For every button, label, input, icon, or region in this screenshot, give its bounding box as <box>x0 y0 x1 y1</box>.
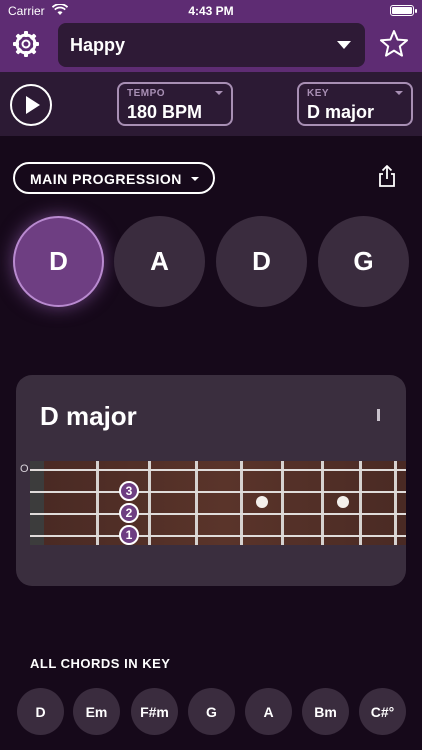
chevron-down-icon <box>395 91 403 95</box>
tempo-selector[interactable]: TEMPO 180 BPM <box>117 82 233 126</box>
key-chord-3[interactable]: F#m <box>131 688 178 735</box>
string <box>30 535 406 537</box>
song-name: Happy <box>70 35 126 55</box>
key-chords-title: ALL CHORDS IN KEY <box>30 656 171 671</box>
progression-chord-3[interactable]: D <box>216 216 307 307</box>
fret-inlay <box>337 496 349 508</box>
play-button[interactable] <box>10 84 52 126</box>
fret <box>321 461 324 545</box>
share-icon[interactable] <box>376 164 398 188</box>
fretboard-nut <box>30 461 44 545</box>
tempo-value: 180 BPM <box>127 102 203 122</box>
roman-numeral <box>377 409 380 421</box>
open-string-marker: O <box>20 463 29 475</box>
fret <box>281 461 284 545</box>
string <box>30 513 406 515</box>
fret <box>195 461 198 545</box>
star-icon[interactable] <box>378 28 410 60</box>
string <box>30 469 406 471</box>
tempo-label: TEMPO <box>127 88 166 99</box>
progression-dropdown[interactable]: MAIN PROGRESSION <box>13 162 215 194</box>
key-chord-4[interactable]: G <box>188 688 235 735</box>
key-selector[interactable]: KEY D major <box>297 82 413 126</box>
key-chord-1[interactable]: D <box>17 688 64 735</box>
progression-chord-1[interactable]: D <box>13 216 104 307</box>
progression-label: MAIN PROGRESSION <box>30 171 182 187</box>
gear-icon[interactable] <box>10 28 42 60</box>
key-chord-2[interactable]: Em <box>73 688 120 735</box>
progression-chord-4[interactable]: G <box>318 216 409 307</box>
key-label: KEY <box>307 88 330 99</box>
finger-marker: 3 <box>119 481 139 501</box>
status-bar: Carrier 4:43 PM <box>0 0 422 22</box>
finger-marker: 1 <box>119 525 139 545</box>
fret <box>148 461 151 545</box>
fret <box>359 461 362 545</box>
key-chord-5[interactable]: A <box>245 688 292 735</box>
chevron-down-icon <box>337 41 351 49</box>
finger-marker: 2 <box>119 503 139 523</box>
top-header: Carrier 4:43 PM Happy <box>0 0 422 72</box>
chord-diagram-card: D major O 3 2 1 <box>16 375 406 586</box>
string <box>30 491 406 493</box>
chord-name: D major <box>40 401 137 431</box>
fret <box>240 461 243 545</box>
key-value: D major <box>307 102 375 122</box>
playback-controls: TEMPO 180 BPM KEY D major <box>0 72 422 136</box>
key-chord-6[interactable]: Bm <box>302 688 349 735</box>
key-chord-7[interactable]: C#° <box>359 688 406 735</box>
chevron-down-icon <box>215 91 223 95</box>
status-time: 4:43 PM <box>188 4 234 18</box>
progression-chord-2[interactable]: A <box>114 216 205 307</box>
fret <box>96 461 99 545</box>
fret <box>394 461 397 545</box>
fret-inlay <box>256 496 268 508</box>
song-dropdown[interactable]: Happy <box>58 23 365 67</box>
chevron-down-icon <box>191 177 199 181</box>
battery-icon <box>390 5 417 16</box>
